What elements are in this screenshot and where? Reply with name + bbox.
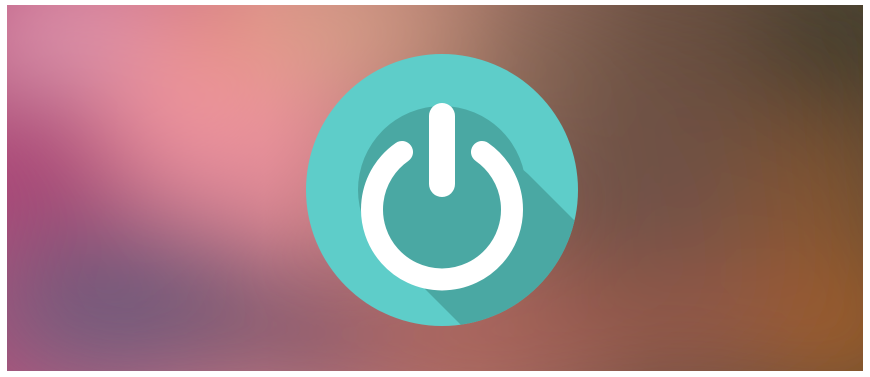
power-button[interactable]	[306, 54, 578, 326]
scene-frame	[7, 5, 863, 371]
power-icon	[306, 54, 578, 326]
